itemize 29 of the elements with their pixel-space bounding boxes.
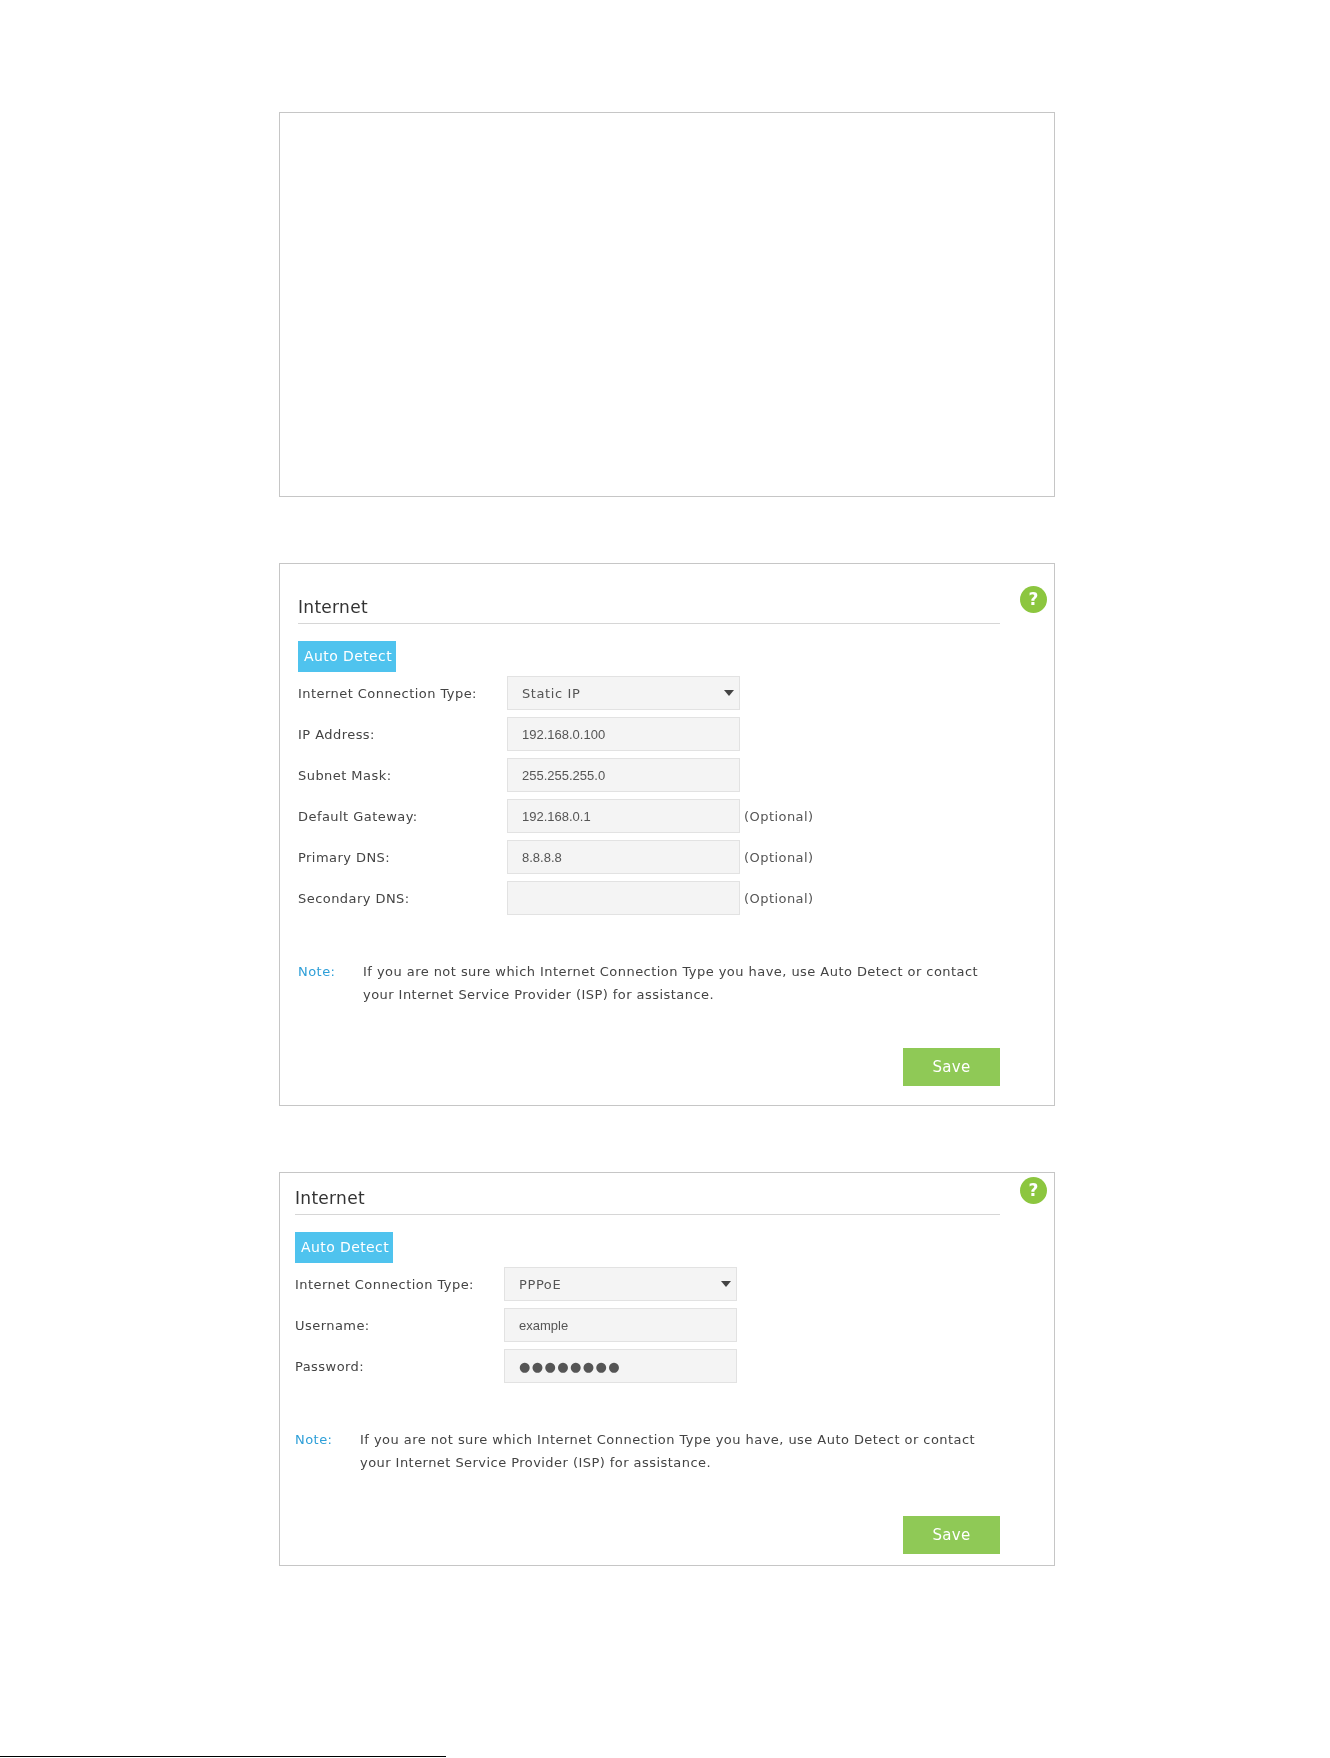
- note-label: Note:: [298, 963, 337, 981]
- input-field[interactable]: 255.255.255.0: [507, 758, 740, 792]
- field-label: Username:: [295, 1317, 371, 1333]
- note-label: Note:: [295, 1431, 334, 1449]
- optional-hint: (Optional): [744, 808, 814, 824]
- field-label: Default Gateway:: [298, 808, 419, 824]
- field-label: IP Address:: [298, 726, 376, 742]
- caret-icon: [721, 1281, 731, 1287]
- field-label: Secondary DNS:: [298, 890, 411, 906]
- input-field[interactable]: 8.8.8.8: [507, 840, 740, 874]
- input-field[interactable]: example: [504, 1308, 737, 1342]
- input-field[interactable]: [507, 881, 740, 915]
- input-field[interactable]: 192.168.0.1: [507, 799, 740, 833]
- field-label: Primary DNS:: [298, 849, 392, 865]
- dropdown[interactable]: Static IP: [507, 676, 740, 710]
- panel-title: Internet: [298, 597, 368, 617]
- caret-icon: [724, 690, 734, 696]
- note-text: If you are not sure which Internet Connection Type you have, use Auto Detect or contact your Internet Service Provider (ISP) for assistance.: [363, 963, 980, 1004]
- field-label: Subnet Mask:: [298, 767, 393, 783]
- field-label: Internet Connection Type:: [298, 685, 478, 701]
- optional-hint: (Optional): [744, 849, 814, 865]
- dropdown[interactable]: PPPoE: [504, 1267, 737, 1301]
- optional-hint: (Optional): [744, 890, 814, 906]
- field-label: Internet Connection Type:: [295, 1276, 475, 1292]
- password-field[interactable]: ●●●●●●●●: [504, 1349, 737, 1383]
- input-field[interactable]: 192.168.0.100: [507, 717, 740, 751]
- field-label: Password:: [295, 1358, 366, 1374]
- note-text: If you are not sure which Internet Connection Type you have, use Auto Detect or contact your Internet Service Provider (ISP) for assistance.: [360, 1431, 977, 1472]
- panel-title: Internet: [295, 1188, 365, 1208]
